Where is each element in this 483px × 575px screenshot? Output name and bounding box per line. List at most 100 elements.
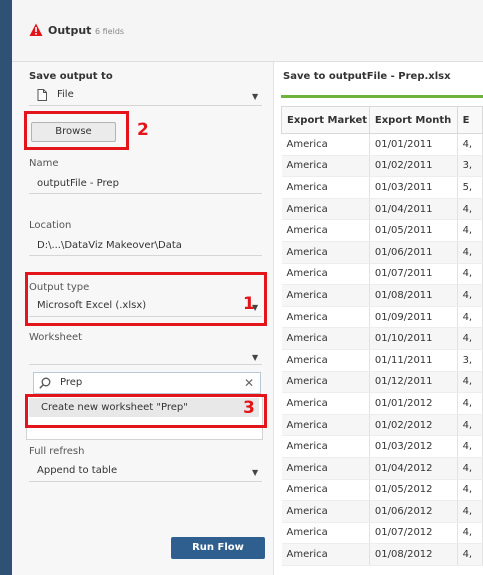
table-cell: 3, [457,155,483,178]
worksheet-search-input[interactable]: Prep ✕ [33,372,261,394]
table-cell: 01/07/2011 [369,263,458,286]
table-cell: 4, [457,392,483,415]
table-cell: America [281,500,370,523]
chevron-down-icon[interactable]: ▼ [252,468,258,477]
close-icon[interactable]: ✕ [244,376,254,390]
table-cell: America [281,543,370,566]
table-row: America 01/05/2012 4, [281,479,483,502]
location-input[interactable]: D:\...\DataViz Makeover\Data [37,240,182,251]
table-cell: America [281,327,370,350]
table-cell: America [281,435,370,458]
annotation-box-2 [24,111,129,150]
table-row: America 01/02/2012 4, [281,414,483,437]
table-row: America 01/07/2011 4, [281,263,483,286]
column-header[interactable]: Export Month [368,106,458,134]
table-cell: 4, [457,284,483,307]
table-cell: America [281,392,370,415]
table-cell: 01/01/2012 [369,392,458,415]
table-row: America 01/05/2011 4, [281,219,483,242]
table-row: America 01/02/2011 3, [281,155,483,178]
table-cell: 01/01/2011 [369,133,458,156]
run-flow-button[interactable]: Run Flow [171,537,265,559]
divider [29,193,262,194]
table-cell: America [281,349,370,372]
chevron-down-icon[interactable]: ▼ [252,353,258,362]
full-refresh-select[interactable]: Append to table [37,465,117,476]
annotation-box-1 [25,272,267,326]
name-label: Name [29,158,59,169]
table-row: America 01/10/2011 4, [281,327,483,350]
table-cell: 3, [457,349,483,372]
table-cell: 4, [457,263,483,286]
table-row: America 01/01/2012 4, [281,392,483,415]
table-row: America 01/04/2012 4, [281,457,483,480]
table-row: America 01/03/2011 5, [281,176,483,199]
divider [29,364,262,365]
preview-table: Export Market Export Month E America 01/0… [281,106,483,566]
table-cell: 4, [457,306,483,329]
table-cell: 01/05/2012 [369,479,458,502]
table-row: America 01/08/2011 4, [281,284,483,307]
table-cell: 01/04/2012 [369,457,458,480]
table-cell: 01/02/2012 [369,414,458,437]
table-cell: America [281,198,370,221]
table-cell: America [281,219,370,242]
table-row: America 01/09/2011 4, [281,306,483,329]
table-cell: America [281,371,370,394]
table-cell: 01/08/2012 [369,543,458,566]
table-cell: 4, [457,414,483,437]
column-header[interactable]: Export Market [281,106,370,134]
table-row: America 01/06/2012 4, [281,500,483,523]
file-icon [37,89,47,101]
table-row: America 01/11/2011 3, [281,349,483,372]
table-cell: 01/02/2011 [369,155,458,178]
output-header: Output 6 fields [12,0,483,62]
table-cell: 01/05/2011 [369,219,458,242]
table-cell: 01/07/2012 [369,522,458,545]
table-cell: 01/12/2011 [369,371,458,394]
save-output-to-label: Save output to [29,71,113,82]
worksheet-label: Worksheet [29,332,83,343]
table-cell: 4, [457,543,483,566]
table-row: America 01/06/2011 4, [281,241,483,264]
preview-title: Save to outputFile - Prep.xlsx [283,71,451,82]
table-cell: 5, [457,176,483,199]
header-title: Output [48,24,92,37]
table-cell: America [281,263,370,286]
table-cell: 01/09/2011 [369,306,458,329]
table-cell: 01/03/2012 [369,435,458,458]
table-row: America 01/01/2011 4, [281,133,483,156]
name-input[interactable]: outputFile - Prep [37,178,119,189]
left-accent-bar [0,0,12,575]
table-cell: 4, [457,435,483,458]
table-cell: 01/06/2012 [369,500,458,523]
table-cell: America [281,306,370,329]
table-cell: 4, [457,500,483,523]
preview-accent-line [281,95,483,98]
table-cell: 01/03/2011 [369,176,458,199]
table-row: America 01/03/2012 4, [281,435,483,458]
search-icon [39,377,51,389]
table-row: America 01/12/2011 4, [281,371,483,394]
table-cell: 01/10/2011 [369,327,458,350]
chevron-down-icon[interactable]: ▼ [252,92,258,101]
save-output-to-select[interactable]: File [57,89,74,100]
divider [29,481,262,482]
table-cell: 01/06/2011 [369,241,458,264]
table-cell: 4, [457,479,483,502]
table-row: America 01/07/2012 4, [281,522,483,545]
location-label: Location [29,220,72,231]
divider [29,255,262,256]
full-refresh-label: Full refresh [29,446,85,457]
annotation-number-1: 1 [243,294,255,314]
annotation-number-2: 2 [137,120,149,140]
table-cell: America [281,241,370,264]
table-cell: America [281,457,370,480]
search-text: Prep [60,377,83,388]
table-cell: 01/04/2011 [369,198,458,221]
table-cell: America [281,479,370,502]
fields-count: 6 fields [95,27,125,36]
table-cell: America [281,133,370,156]
annotation-number-3: 3 [243,398,255,418]
column-header[interactable]: E [456,106,483,134]
